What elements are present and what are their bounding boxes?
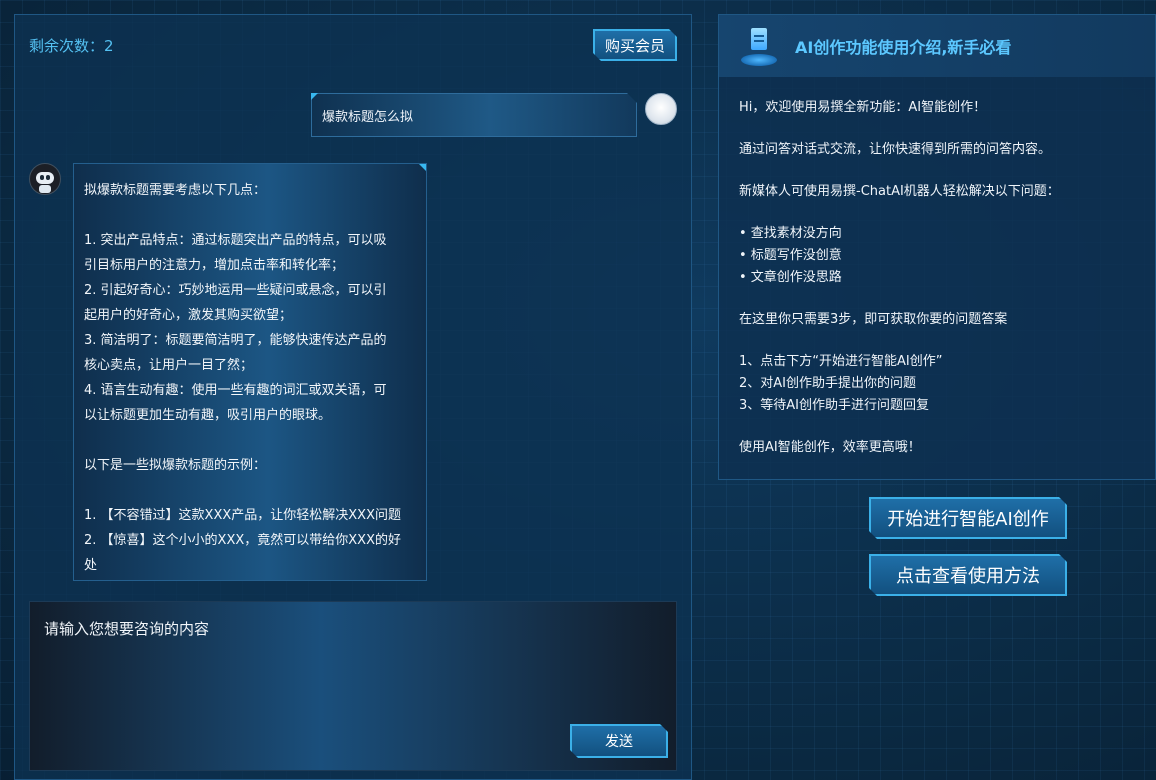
- send-button[interactable]: 发送: [570, 724, 668, 758]
- bot-message-line: 1. 突出产品特点：通过标题突出产品的特点，可以吸: [84, 233, 387, 248]
- message-input[interactable]: [30, 602, 676, 720]
- bot-avatar: [29, 163, 61, 195]
- info-line: 1、点击下方“开始进行智能AI创作”: [739, 354, 943, 369]
- info-line: • 查找素材没方向: [739, 226, 842, 241]
- bot-message-line: 引目标用户的注意力，增加点击率和转化率；: [84, 258, 345, 273]
- info-header: AI创作功能使用介绍,新手必看: [719, 15, 1155, 77]
- bot-message-line: 核心卖点，让用户一目了然；: [84, 358, 254, 373]
- view-usage-button[interactable]: 点击查看使用方法: [869, 554, 1067, 596]
- bot-message-line: 1. 【不容错过】这款XXX产品，让你轻松解决XXX问题: [84, 508, 401, 523]
- info-panel: AI创作功能使用介绍,新手必看 Hi，欢迎使用易撰全新功能：AI智能创作！ 通过问…: [718, 14, 1156, 480]
- info-title: AI创作功能使用介绍,新手必看: [795, 38, 1012, 57]
- info-line: Hi，欢迎使用易撰全新功能：AI智能创作！: [739, 100, 987, 115]
- robot-eye-icon: [46, 175, 50, 180]
- bot-message-line: [84, 203, 418, 228]
- buy-membership-button[interactable]: 购买会员: [593, 29, 677, 61]
- document-icon: [739, 26, 781, 66]
- info-line: 在这里你只需要3步，即可获取你要的问题答案: [739, 312, 1008, 327]
- info-line: 2、对AI创作助手提出你的问题: [739, 376, 916, 391]
- bot-message-bubble[interactable]: 拟爆款标题需要考虑以下几点： 1. 突出产品特点：通过标题突出产品的特点，可以吸引…: [73, 163, 427, 581]
- bot-message-line: 处: [84, 558, 98, 573]
- bot-message-line: 4. 语言生动有趣：使用一些有趣的词汇或双关语，可: [84, 383, 387, 398]
- info-line: • 文章创作没思路: [739, 270, 842, 285]
- info-line: 通过问答对话式交流，让你快速得到所需的问答内容。: [739, 142, 1052, 157]
- robot-eye-icon: [40, 175, 44, 180]
- user-message-bubble: 爆款标题怎么拟: [311, 93, 637, 137]
- chat-panel: 剩余次数：2 购买会员 爆款标题怎么拟 拟爆款标题需要考虑以下几点： 1. 突出产…: [14, 14, 692, 780]
- info-line: 3、等待AI创作助手进行问题回复: [739, 398, 929, 413]
- robot-icon: [36, 172, 54, 184]
- user-message-row: 爆款标题怎么拟: [311, 93, 681, 137]
- info-line: • 标题写作没创意: [739, 248, 842, 263]
- bot-message-text: 拟爆款标题需要考虑以下几点： 1. 突出产品特点：通过标题突出产品的特点，可以吸引…: [84, 178, 418, 580]
- bot-message-line: 以下是一些拟爆款标题的示例：: [84, 458, 267, 473]
- info-line: 使用AI智能创作，效率更高哦！: [739, 440, 921, 455]
- info-body: Hi，欢迎使用易撰全新功能：AI智能创作！ 通过问答对话式交流，让你快速得到所需的…: [739, 97, 1139, 459]
- bot-message-line: 3. 【揭秘】这款XXX产品，为什么要成为你的必备法器: [84, 578, 418, 580]
- bot-message-line: [84, 428, 418, 453]
- robot-body-icon: [39, 185, 51, 193]
- user-message-text: 爆款标题怎么拟: [322, 109, 414, 125]
- bot-message-line: 起用户的好奇心，激发其购买欲望；: [84, 308, 293, 323]
- message-input-area: 发送: [29, 601, 677, 771]
- bot-message-line: 3. 简洁明了：标题要简洁明了，能够快速传达产品的: [84, 333, 387, 348]
- bot-message-line: 2. 引起好奇心：巧妙地运用一些疑问或悬念，可以引: [84, 283, 387, 298]
- bot-message-line: 拟爆款标题需要考虑以下几点：: [84, 183, 267, 198]
- start-ai-creation-button[interactable]: 开始进行智能AI创作: [869, 497, 1067, 539]
- bot-message-line: [84, 478, 418, 503]
- info-line: 新媒体人可使用易撰-ChatAI机器人轻松解决以下问题：: [739, 184, 1060, 199]
- remaining-count: 剩余次数：2: [29, 37, 114, 55]
- user-avatar: [645, 93, 677, 125]
- bubble-corner-mark: [419, 164, 426, 171]
- bot-message-line: 2. 【惊喜】这个小小的XXX，竟然可以带给你XXX的好: [84, 533, 401, 548]
- bot-message-line: 以让标题更加生动有趣，吸引用户的眼球。: [84, 408, 332, 423]
- bubble-corner-mark: [311, 93, 318, 100]
